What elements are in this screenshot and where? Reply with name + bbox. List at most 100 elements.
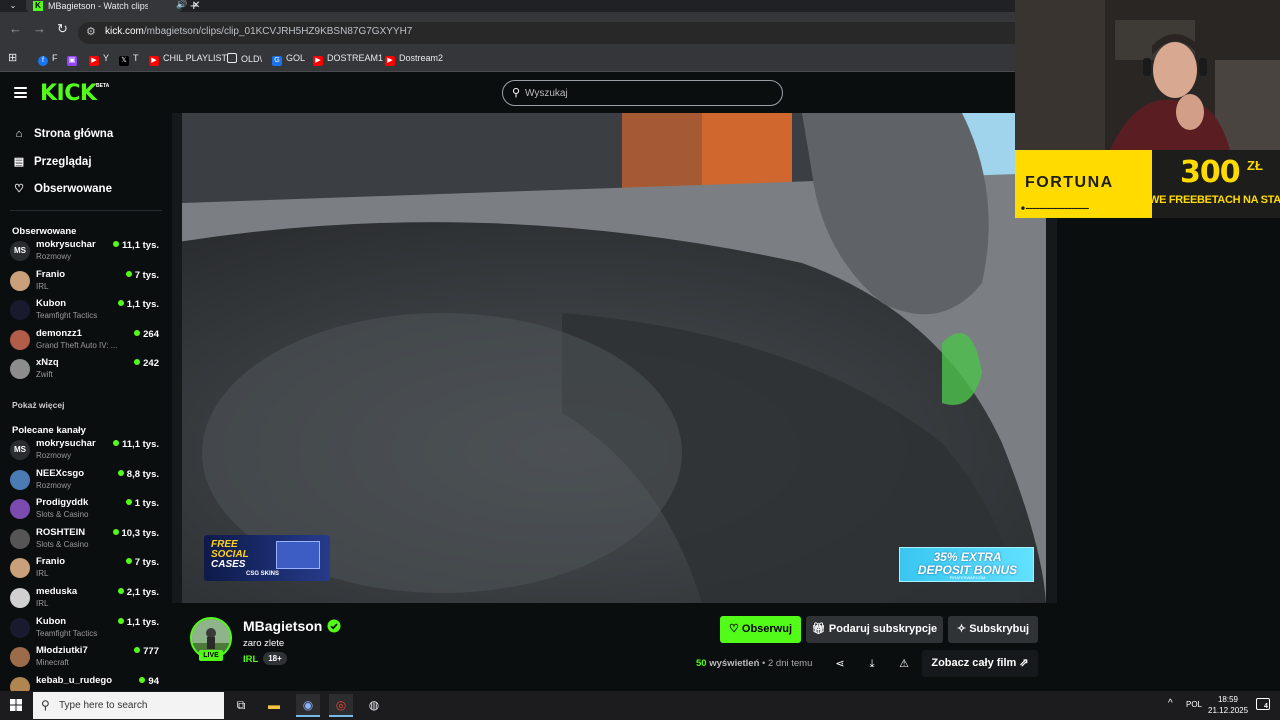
channel-row[interactable]: Franio IRL 7 tys. <box>10 267 162 295</box>
browser-tab[interactable]: K MBagietson - Watch clips o 🔊 ✕ <box>26 0 200 12</box>
show-more-link[interactable]: Pokaż więcej <box>12 400 64 410</box>
channel-row[interactable]: MS mokrysuchar Rozmowy 11,1 tys. <box>10 436 162 464</box>
chrome-profile-icon[interactable]: ◉ <box>296 694 320 717</box>
ad-free-social-cases[interactable]: FREE SOCIAL CASES CSG SKINS <box>204 535 330 581</box>
channel-row[interactable]: NEEXcsgo Rozmowy 8,8 tys. <box>10 466 162 494</box>
live-dot-icon <box>113 440 120 446</box>
channel-row[interactable]: Prodigyddk Slots & Casino 1 tys. <box>10 495 162 523</box>
channel-name[interactable]: MBagietson <box>243 618 322 634</box>
viewer-count: 242 <box>134 358 159 369</box>
ad-deposit-bonus[interactable]: 35% EXTRA DEPOSIT BONUS PIRATESWAP.COM <box>899 547 1034 582</box>
gol-icon: G <box>272 56 282 66</box>
taskbar-search-placeholder: Type here to search <box>59 700 148 711</box>
share-icon[interactable]: ⋖ <box>830 655 850 673</box>
browser-tab-strip: ⌄ K MBagietson - Watch clips o 🔊 ✕ + <box>0 0 1015 13</box>
audio-playing-icon[interactable]: 🔊 <box>176 0 187 10</box>
fortuna-sponsor-banner[interactable]: FORTUNA ⬤ ▬▬▬▬▬▬▬▬▬▬▬▬▬▬▬▬▬▬ 300 ZŁ WE F… <box>1015 150 1280 218</box>
channel-row[interactable]: Młodziutki7 Minecraft 777 <box>10 643 162 671</box>
taskbar-search[interactable]: ⚲ Type here to search <box>33 692 224 719</box>
category-link[interactable]: IRL <box>243 654 258 665</box>
tray-overflow-icon[interactable]: ^ <box>1168 698 1173 709</box>
channel-row[interactable]: Kubon Teamfight Tactics 1,1 tys. <box>10 296 162 324</box>
live-dot-icon <box>117 469 124 476</box>
fortuna-brand: FORTUNA <box>1025 174 1114 191</box>
viewer-count: 1,1 tys. <box>117 299 159 310</box>
bookmark-youtube[interactable]: ▶ Y <box>89 53 109 66</box>
channel-row[interactable]: MS mokrysuchar Rozmowy 11,1 tys. <box>10 237 162 265</box>
webcam-overlay <box>1015 0 1280 150</box>
live-dot-icon <box>125 499 132 506</box>
channel-avatar: MS <box>10 241 30 261</box>
channel-avatar <box>10 359 30 380</box>
bookmark-dostream1[interactable]: ▶ DOSTREAM1 <box>313 53 383 66</box>
bookmark-dostream2[interactable]: ▶ Dostream2 <box>385 53 443 66</box>
viewer-count: 8,8 tys. <box>117 469 159 480</box>
channel-row[interactable]: Kubon Teamfight Tactics 1,1 tys. <box>10 614 162 642</box>
channel-name: demonzz1 <box>36 327 82 339</box>
watch-full-film-button[interactable]: Zobacz cały film ⇗ <box>922 650 1038 677</box>
youtube-icon: ▶ <box>385 56 395 66</box>
verified-icon <box>327 619 341 633</box>
input-language[interactable]: POL <box>1186 700 1202 709</box>
clock[interactable]: 18:59 21.12.2025 <box>1208 694 1248 716</box>
channel-row[interactable]: ROSHTEIN Slots & Casino 10,3 tys. <box>10 525 162 553</box>
heart-icon: ♡ <box>14 183 24 195</box>
bookmark-twitch[interactable]: ▣ <box>67 53 81 66</box>
channel-avatar <box>10 588 30 608</box>
tab-search-icon[interactable]: ⌄ <box>4 1 22 11</box>
bookmark-folder-old[interactable]: OLD\ <box>227 53 262 64</box>
windows-start-icon[interactable] <box>10 699 22 711</box>
webcam-image <box>1015 0 1280 150</box>
bookmark-gol[interactable]: G GOL <box>272 53 305 66</box>
fortuna-amount: 300 <box>1180 155 1241 190</box>
follow-button[interactable]: ♡ Obserwuj <box>720 616 801 643</box>
task-view-icon[interactable]: ⧉ <box>229 694 253 717</box>
ad-left-sub: CSG SKINS <box>246 571 280 577</box>
bookmark-chil-playlist[interactable]: ▶ CHIL PLAYLIST <box>149 53 227 66</box>
browse-icon: ▤ <box>13 156 25 168</box>
address-bar[interactable]: ⚙ kick.com/mbagietson/clips/clip_01KCVJR… <box>78 22 1015 44</box>
gift-subs-button[interactable]: 🎁︎ Podaruj subskrypcje <box>806 616 943 643</box>
channel-row[interactable]: kebab_u_rudego 94 <box>10 673 162 691</box>
nav-browse[interactable]: ▤ Przeglądaj <box>12 155 92 168</box>
report-icon[interactable]: ⚠ <box>894 655 914 673</box>
channel-name: xNzq <box>36 357 59 369</box>
search-input[interactable] <box>525 85 765 101</box>
channel-row[interactable]: demonzz1 Grand Theft Auto IV: ... 264 <box>10 326 162 354</box>
search-bar[interactable]: ⚲ <box>502 80 783 106</box>
channel-category: Teamfight Tactics <box>36 628 98 638</box>
download-icon[interactable]: ⤓ <box>862 655 882 673</box>
channel-name: mokrysuchar <box>36 239 96 250</box>
back-icon[interactable]: ← <box>9 21 22 36</box>
nav-home[interactable]: ⌂ Strona główna <box>12 128 114 140</box>
channel-row[interactable]: xNzq Zwift 242 <box>10 355 162 383</box>
nav-following[interactable]: ♡ Obserwowane <box>12 182 112 195</box>
views-count: 50 <box>696 658 707 669</box>
kick-logo[interactable]: KICK <box>40 81 97 106</box>
channel-row[interactable]: Franio IRL 7 tys. <box>10 554 162 582</box>
obs-icon[interactable]: ◍ <box>362 694 386 717</box>
reload-icon[interactable]: ↻ <box>57 21 68 37</box>
facebook-icon: f <box>38 56 48 66</box>
youtube-icon: ▶ <box>313 56 323 66</box>
windows-taskbar: ⚲ Type here to search ⧉ ▬ ◉ ◎ ◍ ^ POL 18… <box>0 691 1280 720</box>
channel-category: Rozmowy <box>36 252 72 261</box>
forward-icon[interactable]: → <box>33 21 46 36</box>
video-player[interactable] <box>182 113 1046 603</box>
channel-row[interactable]: meduska IRL 2,1 tys. <box>10 584 162 612</box>
chrome-icon[interactable]: ◎ <box>329 694 353 717</box>
bookmark-x[interactable]: 𝕏T <box>119 53 139 66</box>
recommended-section-title: Polecane kanały <box>12 425 86 436</box>
gift-icon: 🎁︎ <box>811 623 829 635</box>
live-dot-icon <box>117 300 124 307</box>
subscribe-button[interactable]: ✧ Subskrybuj <box>948 616 1038 643</box>
site-info-icon[interactable]: ⚙ <box>86 25 96 38</box>
clip-title: zaro zlete <box>243 638 285 649</box>
channel-category: IRL <box>36 599 49 608</box>
apps-grid-icon[interactable]: ⊞ <box>8 51 17 64</box>
channel-avatar <box>10 528 30 549</box>
menu-icon[interactable] <box>14 87 27 98</box>
notification-icon[interactable]: 4 <box>1256 698 1270 710</box>
bookmark-facebook[interactable]: fF <box>38 53 58 66</box>
file-explorer-icon[interactable]: ▬ <box>262 694 286 717</box>
